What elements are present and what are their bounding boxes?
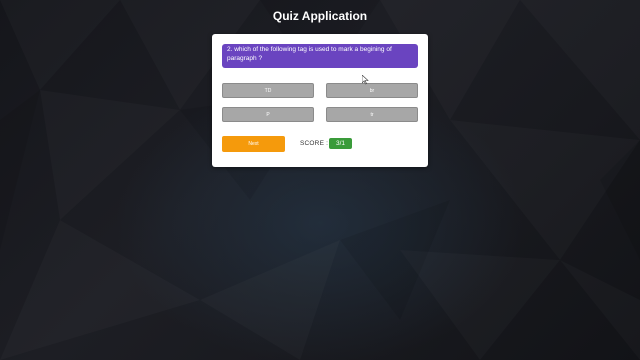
option-button-2[interactable]: br — [326, 83, 418, 98]
app-title: Quiz Application — [272, 9, 368, 23]
score-badge: 3/1 — [329, 138, 352, 149]
option-button-3[interactable]: P — [222, 107, 314, 122]
option-button-4[interactable]: tr — [326, 107, 418, 122]
next-button[interactable]: Next — [222, 136, 285, 152]
option-button-1[interactable]: TD — [222, 83, 314, 98]
score-label: SCORE : — [300, 140, 329, 147]
mouse-pointer-icon — [361, 72, 370, 85]
quiz-card: 2. which of the following tag is used to… — [212, 34, 428, 167]
question-text: 2. which of the following tag is used to… — [222, 44, 418, 68]
